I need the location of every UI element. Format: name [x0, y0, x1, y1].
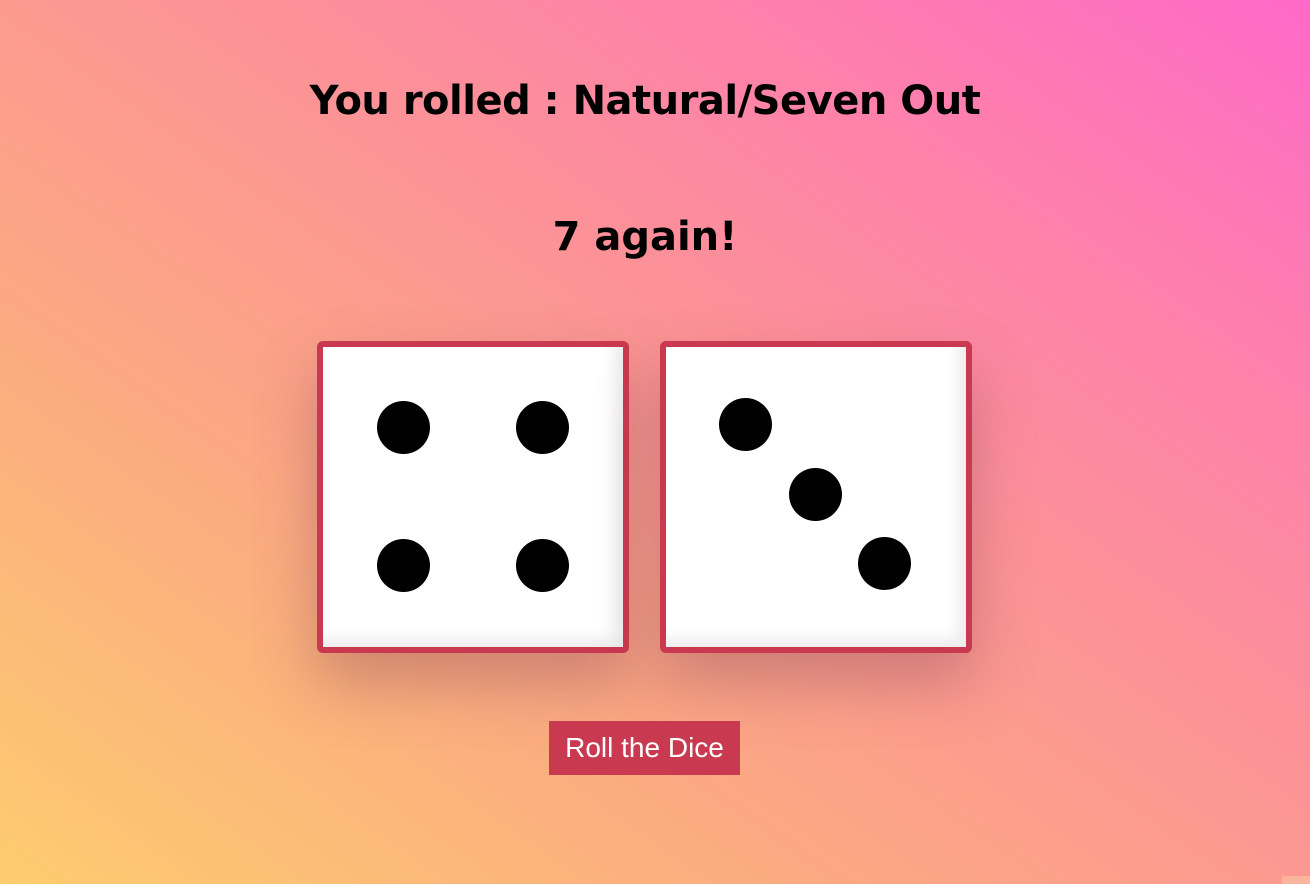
corner-decoration	[1282, 876, 1310, 884]
pip	[377, 539, 430, 592]
pip	[377, 401, 430, 454]
pip	[789, 468, 842, 521]
result-title: You rolled : Natural/Seven Out	[309, 78, 981, 124]
pip	[516, 539, 569, 592]
die-right	[660, 341, 972, 653]
pip	[516, 401, 569, 454]
pip	[858, 537, 911, 590]
pip	[719, 398, 772, 451]
result-message: 7 again!	[552, 214, 738, 260]
roll-dice-button[interactable]: Roll the Dice	[549, 721, 740, 775]
die-left	[317, 341, 629, 653]
